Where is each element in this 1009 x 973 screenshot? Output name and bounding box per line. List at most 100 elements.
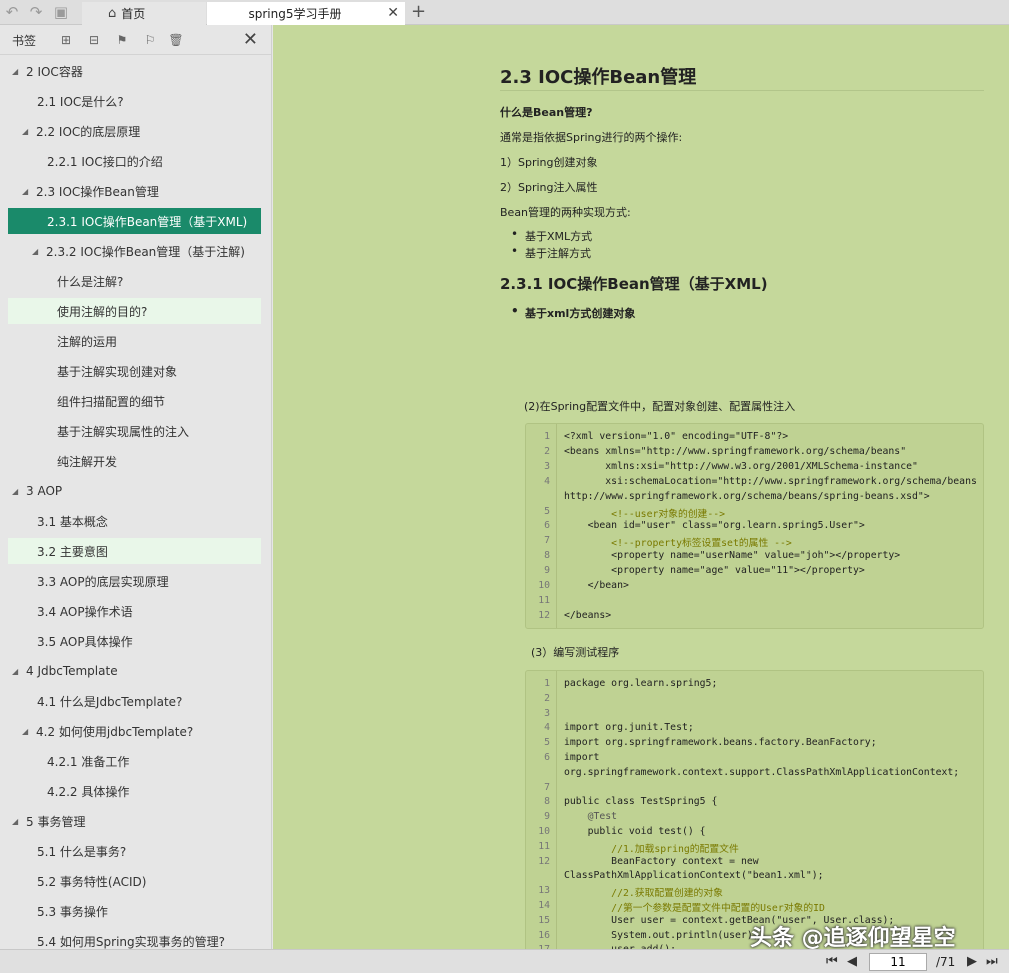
toc-item-label: 5.2 事务特性(ACID): [37, 874, 147, 889]
toc-item[interactable]: 4.1 什么是JdbcTemplate?: [8, 688, 261, 714]
toc-item-label: 3 AOP: [26, 484, 63, 498]
code-line: 9 <property name="age" value="11"></prop…: [526, 565, 983, 580]
prev-page-icon[interactable]: ◀: [847, 954, 857, 969]
toc-item[interactable]: 3.1 基本概念: [8, 508, 261, 534]
toc-item[interactable]: 纯注解开发: [8, 448, 261, 474]
toc-item-label: 2 IOC容器: [26, 64, 83, 79]
line-number: 13: [538, 885, 550, 897]
sidebar-title: 书签: [12, 34, 37, 48]
expand-arrow-icon[interactable]: ◢: [12, 817, 22, 826]
toc-item[interactable]: ◢ 2.3.2 IOC操作Bean管理（基于注解): [8, 238, 261, 264]
add-tab-button[interactable]: +: [411, 1, 426, 22]
code-text: <property name="age" value="11"></proper…: [564, 565, 865, 577]
page-number-input[interactable]: [869, 953, 927, 971]
code-line: 12 </beans>: [526, 610, 983, 625]
toc-item[interactable]: 5.3 事务操作: [8, 898, 261, 924]
code-text: <bean id="user" class="org.learn.spring5…: [564, 520, 865, 532]
close-sidebar-icon[interactable]: ✕: [243, 29, 258, 50]
delete-icon[interactable]: 🗑: [168, 32, 184, 48]
toc-item[interactable]: 3.4 AOP操作术语: [8, 598, 261, 624]
expand-arrow-icon[interactable]: ◢: [22, 727, 32, 736]
toc-item[interactable]: ◢ 5 事务管理: [8, 808, 261, 834]
heading-divider: [500, 90, 984, 91]
undo-icon[interactable]: ↶: [3, 3, 21, 21]
toc-item[interactable]: ◢ 2.2 IOC的底层原理: [8, 118, 261, 144]
toc-item[interactable]: 基于注解实现属性的注入: [8, 418, 261, 444]
toc-item[interactable]: ◢ 2.3 IOC操作Bean管理: [8, 178, 261, 204]
toc-item[interactable]: 什么是注解?: [8, 268, 261, 294]
code-text: <?xml version="1.0" encoding="UTF-8"?>: [564, 431, 789, 442]
expand-arrow-icon[interactable]: ◢: [12, 487, 22, 496]
paragraph: (2)在Spring配置文件中，配置对象创建、配置属性注入: [524, 400, 796, 413]
section-heading: 2.3 IOC操作Bean管理: [500, 67, 697, 88]
toc-item-label: 组件扫描配置的细节: [57, 394, 166, 409]
line-number: 12: [538, 855, 550, 867]
line-number: 5: [544, 505, 550, 517]
page-total: /71: [936, 955, 956, 969]
toc-item[interactable]: ◢ 2 IOC容器: [8, 58, 261, 84]
toc-item[interactable]: ◢ 3 AOP: [8, 478, 261, 504]
code-line: 11: [526, 595, 983, 610]
toc-item[interactable]: 注解的运用: [8, 328, 261, 354]
bullet-item: 基于注解方式: [511, 244, 591, 261]
code-line: 2: [526, 693, 983, 708]
toc-item[interactable]: ◢ 4 JdbcTemplate: [8, 658, 261, 684]
toc-item[interactable]: 4.2.1 准备工作: [8, 748, 261, 774]
toc-item[interactable]: 2.3.1 IOC操作Bean管理（基于XML): [8, 208, 261, 234]
tab-home[interactable]: ⌂ 首页: [82, 2, 206, 25]
expand-arrow-icon[interactable]: ◢: [12, 667, 22, 676]
line-number: 3: [544, 707, 550, 719]
expand-arrow-icon[interactable]: ◢: [22, 127, 32, 136]
redo-icon[interactable]: ↷: [27, 3, 45, 21]
toc-item[interactable]: 2.2.1 IOC接口的介绍: [8, 148, 261, 174]
bookmark-icon[interactable]: ⚐: [142, 32, 158, 48]
toc-item[interactable]: 5.2 事务特性(ACID): [8, 868, 261, 894]
toc-item[interactable]: 4.2.2 具体操作: [8, 778, 261, 804]
watermark: 头条 @追逐仰望星空: [750, 926, 956, 951]
line-number: 14: [538, 900, 550, 911]
expand-arrow-icon[interactable]: ◢: [22, 187, 32, 196]
toc-item-label: 基于注解实现属性的注入: [57, 424, 190, 439]
toc-item-label: 5.3 事务操作: [37, 904, 108, 919]
code-line: 14 //第一个参数是配置文件中配置的User对象的ID: [526, 900, 983, 915]
code-line: 1 package org.learn.spring5;: [526, 678, 983, 693]
page-navigation-bar: ⏮ ◀ /71 ▶ ⏭: [0, 949, 1009, 973]
toc-item[interactable]: 2.1 IOC是什么?: [8, 88, 261, 114]
next-page-icon[interactable]: ▶: [967, 954, 977, 969]
toc-item[interactable]: 基于注解实现创建对象: [8, 358, 261, 384]
line-number: 9: [544, 565, 550, 577]
code-text: package org.learn.spring5;: [564, 678, 718, 689]
toc-item[interactable]: 使用注解的目的?: [8, 298, 261, 324]
line-number: 8: [544, 550, 550, 562]
expand-all-icon[interactable]: ⊞: [58, 32, 74, 48]
last-page-icon[interactable]: ⏭: [986, 954, 998, 969]
toc-item[interactable]: 3.3 AOP的底层实现原理: [8, 568, 261, 594]
toc-item[interactable]: 3.5 AOP具体操作: [8, 628, 261, 654]
code-line: 13 //2.获取配置创建的对象: [526, 885, 983, 900]
code-line: 10 </bean>: [526, 580, 983, 595]
toc-item-label: 4.2.1 准备工作: [47, 754, 130, 769]
code-line: 11 //1.加载spring的配置文件: [526, 841, 983, 856]
toc-item-label: 5.4 如何用Spring实现事务的管理?: [37, 934, 225, 949]
code-text: import org.springframework.beans.factory…: [564, 737, 877, 749]
toc-item[interactable]: 5.4 如何用Spring实现事务的管理?: [8, 928, 261, 949]
code-line: 3: [526, 708, 983, 723]
collapse-all-icon[interactable]: ⊟: [86, 32, 102, 48]
add-bookmark-icon[interactable]: ⚑: [114, 32, 130, 48]
paragraph: 通常是指依据Spring进行的两个操作:: [500, 131, 683, 144]
document-view[interactable]: 2.3 IOC操作Bean管理 什么是Bean管理? 通常是指依据Spring进…: [273, 25, 1009, 949]
toc-item[interactable]: 5.1 什么是事务?: [8, 838, 261, 864]
code-text: <!--property标签设置set的属性 -->: [564, 538, 792, 550]
expand-arrow-icon[interactable]: ◢: [32, 247, 42, 256]
code-line: 1 <?xml version="1.0" encoding="UTF-8"?>: [526, 431, 983, 446]
expand-arrow-icon[interactable]: ◢: [12, 67, 22, 76]
toc-item[interactable]: 组件扫描配置的细节: [8, 388, 261, 414]
code-line: 8 public class TestSpring5 {: [526, 796, 983, 811]
toc-item[interactable]: 3.2 主要意图: [8, 538, 261, 564]
save-icon[interactable]: ▣: [52, 3, 70, 21]
code-text: </bean>: [564, 580, 629, 591]
tab-document[interactable]: spring5学习手册 ✕: [207, 2, 405, 25]
first-page-icon[interactable]: ⏮: [826, 954, 838, 969]
close-tab-icon[interactable]: ✕: [387, 5, 399, 21]
toc-item[interactable]: ◢ 4.2 如何使用jdbcTemplate?: [8, 718, 261, 744]
